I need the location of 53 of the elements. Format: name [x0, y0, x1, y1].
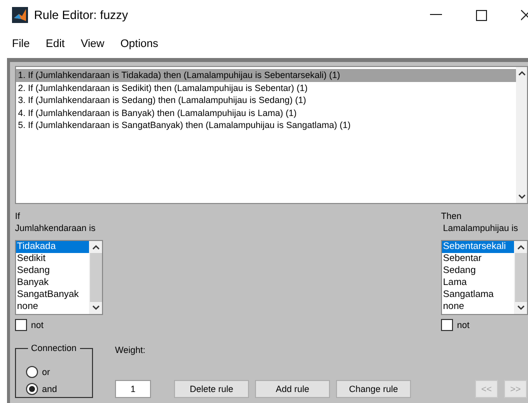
rule-item[interactable]: 3. If (Jumlahkendaraan is Sedang) then (Lamalampuhijau is Sedang) (1)	[16, 94, 516, 106]
weight-field[interactable]: 1	[115, 380, 151, 398]
variable-label: Lamalampuhijau is	[442, 222, 520, 234]
list-item[interactable]: Sedang	[16, 265, 89, 277]
group-title: Connection	[28, 343, 80, 353]
section-label: If	[15, 210, 22, 222]
radio-button[interactable]	[26, 383, 38, 395]
rule-item[interactable]: 5. If (Jumlahkendaraan is SangatBanyak) then (Lamalampuhijau is Sangatlama) (1)	[16, 119, 516, 132]
radio-label: and	[42, 383, 58, 395]
list-item[interactable]: Sedikit	[16, 253, 89, 265]
minimize-icon[interactable]	[430, 14, 442, 16]
variable-label: Jumlahkendaraan is	[15, 222, 97, 234]
rule-button[interactable]: Delete rule	[174, 380, 249, 398]
scrollbar[interactable]	[89, 241, 102, 314]
checkbox-label: not	[31, 319, 44, 331]
list-item[interactable]: Tidakada	[16, 241, 89, 253]
section-label: Then	[441, 210, 463, 222]
scrollbar[interactable]	[516, 67, 527, 203]
scroll-down-icon[interactable]	[516, 305, 524, 311]
menu-item[interactable]: File	[12, 38, 30, 50]
checkbox-label: not	[457, 319, 470, 331]
rule-item[interactable]: 4. If (Jumlahkendaraan is Banyak) then (Lamalampuhijau is Lama) (1)	[16, 106, 516, 119]
rule-button[interactable]: Add rule	[255, 380, 330, 398]
window-title: Rule Editor: fuzzy	[34, 8, 128, 22]
scroll-up-icon[interactable]	[92, 244, 100, 250]
scrollbar[interactable]	[514, 241, 527, 314]
not-checkbox[interactable]	[441, 319, 453, 331]
menu-item[interactable]: View	[80, 38, 104, 50]
scroll-down-icon[interactable]	[518, 194, 526, 200]
scroll-down-icon[interactable]	[92, 305, 100, 311]
list-item[interactable]: SangatBanyak	[16, 289, 89, 301]
list-item[interactable]: Sangatlama	[442, 289, 514, 301]
rule-item[interactable]: 2. If (Jumlahkendaraan is Sedikit) then (Lamalampuhijau is Sebentar) (1)	[16, 82, 516, 94]
list-item[interactable]: Sedang	[442, 265, 514, 277]
list-item[interactable]: Banyak	[16, 277, 89, 289]
not-checkbox[interactable]	[15, 319, 27, 331]
scroll-up-icon[interactable]	[518, 70, 526, 76]
app-icon	[12, 7, 28, 23]
rule-item[interactable]: 1. If (Jumlahkendaraan is Tidakada) then (Lamalampuhijau is Sebentarsekali) (1)	[16, 69, 516, 82]
rule-button[interactable]: Change rule	[336, 380, 411, 398]
list-item[interactable]: Lama	[442, 277, 514, 289]
radio-button[interactable]	[26, 366, 38, 378]
list-item[interactable]: none	[442, 301, 514, 313]
radio-label: or	[42, 366, 50, 378]
list-item[interactable]: Sebentar	[442, 253, 514, 265]
list-item[interactable]: Sebentarsekali	[442, 241, 514, 253]
menu-item[interactable]: Edit	[46, 38, 65, 50]
list-item[interactable]: none	[16, 301, 89, 313]
menu-item[interactable]: Options	[120, 38, 158, 50]
maximize-icon[interactable]	[476, 10, 487, 20]
close-icon[interactable]	[521, 10, 528, 20]
scroll-up-icon[interactable]	[516, 244, 524, 250]
weight-label: Weight:	[115, 344, 146, 356]
